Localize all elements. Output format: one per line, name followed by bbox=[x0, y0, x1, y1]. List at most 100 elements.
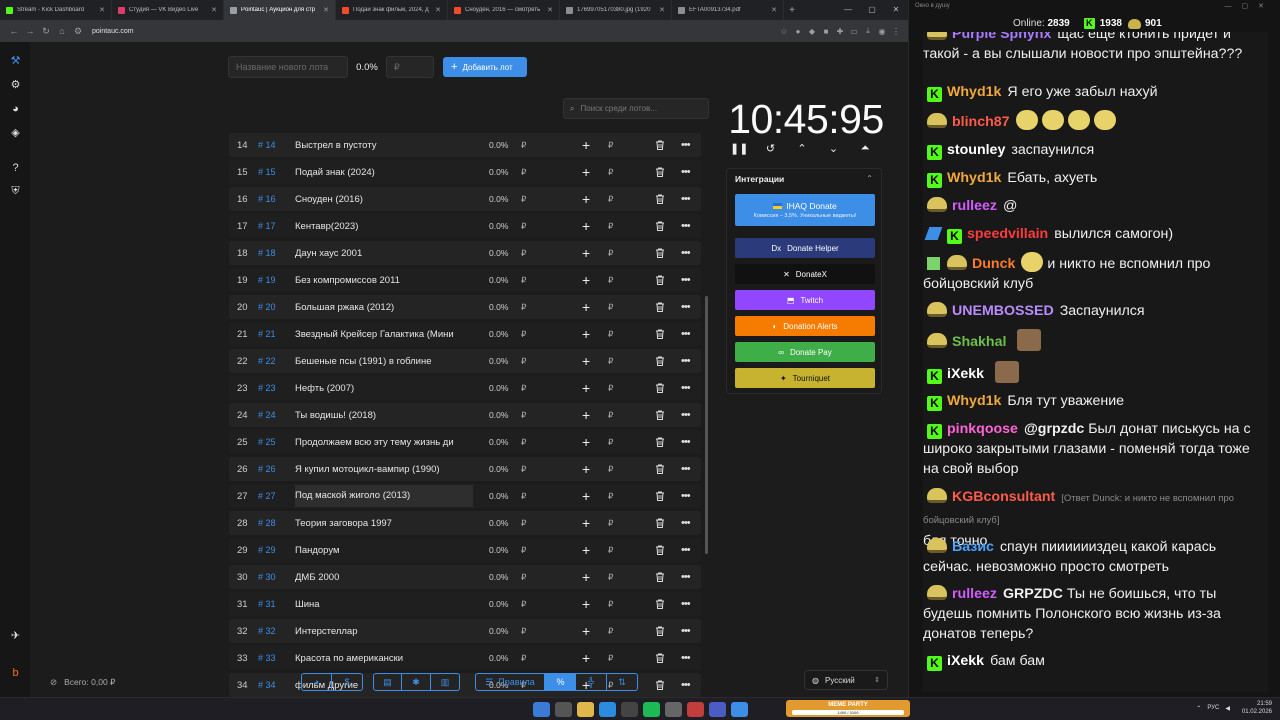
github-icon[interactable]: ◕ bbox=[301, 673, 332, 691]
lot-name[interactable]: Бешеные псы (1991) в гоблине bbox=[295, 356, 473, 367]
layers-icon[interactable]: ◈ bbox=[8, 126, 23, 141]
browser-tab[interactable]: Stream - Kick Dashboard ✕ bbox=[0, 0, 112, 20]
lot-id[interactable]: # 14 bbox=[258, 140, 290, 150]
browser-tab[interactable]: Pointauc | Аукцион для стр ✕ bbox=[224, 0, 336, 20]
add-amount-plus-icon[interactable]: + bbox=[582, 380, 590, 396]
lot-id[interactable]: # 24 bbox=[258, 410, 290, 420]
delete-trash-icon[interactable] bbox=[654, 166, 666, 178]
chat-username[interactable]: Базис bbox=[952, 539, 994, 555]
shield-icon[interactable]: ⛨ bbox=[8, 184, 23, 199]
lot-name[interactable]: Большая ржака (2012) bbox=[295, 302, 473, 313]
add-amount-plus-icon[interactable]: + bbox=[582, 164, 590, 180]
add-amount-plus-icon[interactable]: + bbox=[582, 596, 590, 612]
chevron-up-icon[interactable]: ⌃ bbox=[793, 142, 811, 160]
tab-close-icon[interactable]: ✕ bbox=[323, 6, 329, 14]
clear-icon[interactable]: ▥ bbox=[431, 673, 460, 691]
forward-icon[interactable]: → bbox=[22, 26, 38, 36]
lot-id[interactable]: # 21 bbox=[258, 329, 290, 339]
lot-id[interactable]: # 15 bbox=[258, 167, 290, 177]
collapse-chevron-icon[interactable]: ⌃ bbox=[866, 174, 873, 183]
settings-gear-icon[interactable]: ⚙ bbox=[8, 78, 23, 93]
lot-extra-currency[interactable]: ₽ bbox=[608, 518, 613, 529]
integration-button[interactable]: ∞ Donate Pay bbox=[735, 342, 875, 362]
site-info-icon[interactable]: ⚙ bbox=[70, 26, 86, 37]
lot-extra-currency[interactable]: ₽ bbox=[608, 248, 613, 259]
more-options-icon[interactable]: ••• bbox=[681, 598, 691, 610]
add-amount-plus-icon[interactable]: + bbox=[582, 623, 590, 639]
add-amount-plus-icon[interactable]: + bbox=[582, 353, 590, 369]
more-options-icon[interactable]: ••• bbox=[681, 274, 691, 286]
more-options-icon[interactable]: ••• bbox=[681, 301, 691, 313]
lot-id[interactable]: # 23 bbox=[258, 383, 290, 393]
download-icon[interactable]: ⤓ bbox=[862, 26, 874, 36]
more-options-icon[interactable]: ••• bbox=[681, 355, 691, 367]
bookmark-star-icon[interactable]: ☆ bbox=[778, 27, 790, 36]
delete-trash-icon[interactable] bbox=[654, 463, 666, 475]
profile-icon[interactable]: ◉ bbox=[876, 27, 888, 36]
delete-trash-icon[interactable] bbox=[654, 409, 666, 421]
lot-extra-currency[interactable]: ₽ bbox=[608, 383, 613, 394]
more-options-icon[interactable]: ••• bbox=[681, 625, 691, 637]
chat-username[interactable]: speedvillain bbox=[967, 226, 1048, 242]
lot-name[interactable]: Без компромиссов 2011 bbox=[295, 275, 473, 286]
add-amount-plus-icon[interactable]: + bbox=[582, 137, 590, 153]
integration-button[interactable]: Dx Donate Helper bbox=[735, 238, 875, 258]
add-amount-plus-icon[interactable]: + bbox=[582, 272, 590, 288]
lot-id[interactable]: # 31 bbox=[258, 599, 290, 609]
lot-id[interactable]: # 29 bbox=[258, 545, 290, 555]
chat-username[interactable]: rulleez bbox=[952, 586, 997, 602]
percent-toggle[interactable]: % bbox=[545, 673, 576, 691]
lot-extra-currency[interactable]: ₽ bbox=[608, 626, 613, 637]
lot-id[interactable]: # 26 bbox=[258, 464, 290, 474]
browser-tab[interactable]: Сноуден, 2016 — смотреть ✕ bbox=[448, 0, 560, 20]
tab-close-icon[interactable]: ✕ bbox=[547, 6, 553, 14]
delete-trash-icon[interactable] bbox=[654, 571, 666, 583]
reset-icon[interactable]: ↺ bbox=[762, 142, 780, 160]
delete-trash-icon[interactable] bbox=[654, 139, 666, 151]
lot-extra-currency[interactable]: ₽ bbox=[608, 140, 613, 151]
lot-id[interactable]: # 27 bbox=[258, 491, 290, 501]
wheel-icon[interactable]: ◕ bbox=[8, 102, 23, 117]
more-options-icon[interactable]: ••• bbox=[681, 490, 691, 502]
lot-id[interactable]: # 33 bbox=[258, 653, 290, 663]
lot-id[interactable]: # 32 bbox=[258, 626, 290, 636]
lot-name[interactable]: Выстрел в пустоту bbox=[295, 140, 473, 151]
ihaq-donate-button[interactable]: IHAQ Donate Комиссия – 3,5%. Уникальные … bbox=[735, 194, 875, 226]
chat-username[interactable]: iXekk bbox=[947, 653, 984, 669]
more-options-icon[interactable]: ••• bbox=[681, 463, 691, 475]
chat-mention[interactable]: GRPZDC bbox=[1003, 586, 1063, 602]
browser-tab[interactable]: Студия — VK Видео Live ✕ bbox=[112, 0, 224, 20]
delete-trash-icon[interactable] bbox=[654, 544, 666, 556]
lot-id[interactable]: # 16 bbox=[258, 194, 290, 204]
double-chevron-up-icon[interactable]: ⏶ bbox=[856, 142, 874, 160]
add-amount-plus-icon[interactable]: + bbox=[582, 542, 590, 558]
more-options-icon[interactable]: ••• bbox=[681, 382, 691, 394]
lot-extra-currency[interactable]: ₽ bbox=[608, 410, 613, 421]
chat-username[interactable]: Shakhal bbox=[952, 334, 1006, 350]
delete-trash-icon[interactable] bbox=[654, 436, 666, 448]
auction-hammer-icon[interactable]: ⚒ bbox=[8, 54, 23, 69]
lot-id[interactable]: # 22 bbox=[258, 356, 290, 366]
add-lot-button[interactable]: + Добавить лот bbox=[443, 57, 527, 77]
lot-name[interactable]: Ты водишь! (2018) bbox=[295, 410, 473, 421]
lot-name[interactable]: Даун хаус 2001 bbox=[295, 248, 473, 259]
lot-name[interactable]: Сноуден (2016) bbox=[295, 194, 473, 205]
sort-toggle[interactable]: ⇅ bbox=[607, 673, 638, 691]
lot-extra-currency[interactable]: ₽ bbox=[608, 437, 613, 448]
delete-trash-icon[interactable] bbox=[654, 598, 666, 610]
lot-id[interactable]: # 17 bbox=[258, 221, 290, 231]
clipboard-icon[interactable]: ▤ bbox=[373, 673, 402, 691]
lot-name[interactable]: Пандорум bbox=[295, 545, 473, 556]
chat-username[interactable]: iXekk bbox=[947, 366, 984, 382]
language-indicator[interactable]: РУС bbox=[1207, 705, 1219, 711]
lot-name[interactable]: Под маской жиголо (2013) bbox=[295, 485, 473, 507]
close-icon[interactable]: ✕ bbox=[884, 0, 908, 20]
add-amount-plus-icon[interactable]: + bbox=[582, 488, 590, 504]
delete-trash-icon[interactable] bbox=[654, 274, 666, 286]
lot-extra-currency[interactable]: ₽ bbox=[608, 329, 613, 340]
delete-trash-icon[interactable] bbox=[654, 382, 666, 394]
lot-id[interactable]: # 19 bbox=[258, 275, 290, 285]
donate-icon[interactable]: $ bbox=[332, 673, 363, 691]
add-amount-plus-icon[interactable]: + bbox=[582, 569, 590, 585]
bug-icon[interactable]: ✱ bbox=[402, 673, 431, 691]
